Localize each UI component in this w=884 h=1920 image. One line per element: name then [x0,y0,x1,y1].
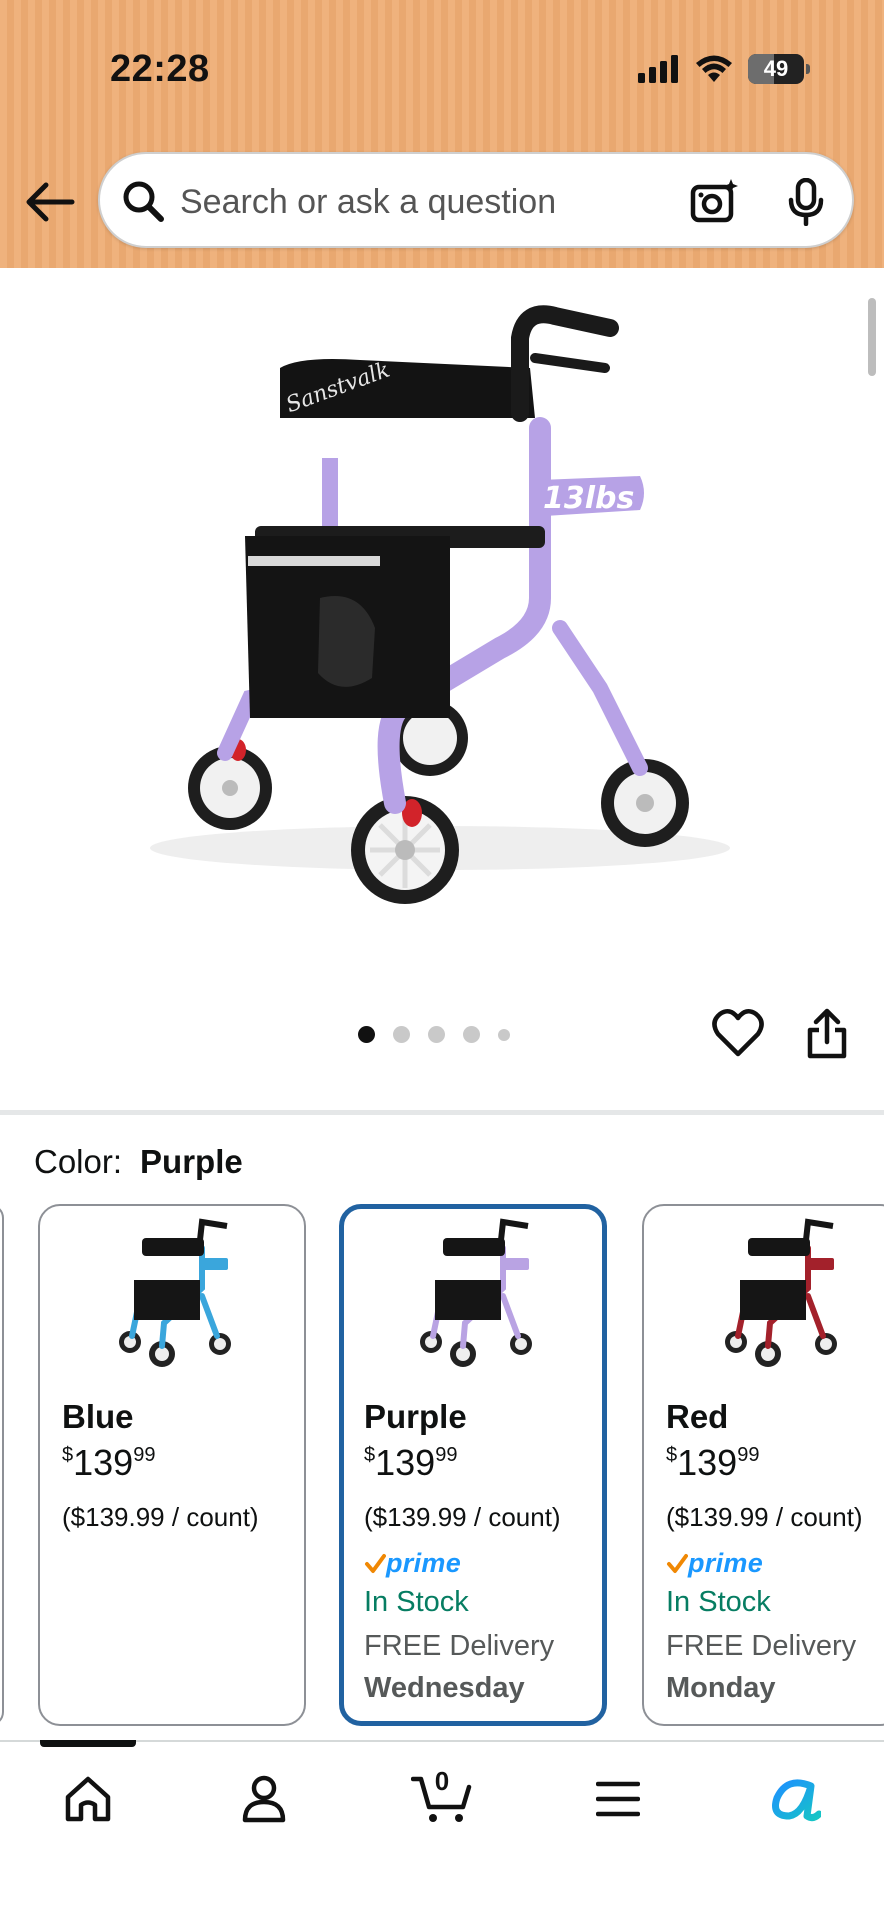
previous-variation-card[interactable] [0,1204,4,1726]
delivery-day: Wednesday [364,1672,525,1704]
variation-thumbnail [119,1218,231,1367]
color-label-row: Color: Purple [34,1143,243,1181]
variation-unit-price: ($139.99 / count) [62,1502,259,1532]
variation-name: Purple [364,1398,467,1435]
nav-home[interactable] [48,1764,128,1834]
nav-rufus[interactable] [754,1764,834,1834]
gallery-dot[interactable] [428,1026,445,1043]
variation-unit-price: ($139.99 / count) [364,1502,561,1532]
prime-badge: prime [666,1548,763,1579]
variation-card-purple[interactable]: Purple $13999 ($139.99 / count) prime In… [339,1204,607,1726]
variation-price: $13999 [364,1442,458,1483]
scrollbar[interactable] [868,298,876,376]
search-input[interactable] [180,172,720,232]
product-image-rollator[interactable]: Sanstvalk 13lbs [0,268,884,988]
microphone-icon[interactable] [786,178,826,226]
heart-icon[interactable] [712,1008,764,1058]
status-icons: 49 [638,54,810,84]
wifi-icon [696,55,732,82]
nav-menu[interactable] [578,1764,658,1834]
battery-level: 49 [763,56,789,81]
section-divider [0,1110,884,1115]
delivery-text: FREE Delivery [666,1630,857,1662]
variation-price: $13999 [62,1442,156,1483]
gallery-dot[interactable] [393,1026,410,1043]
menu-icon [596,1781,640,1817]
active-tab-indicator [40,1740,136,1747]
share-icon[interactable] [804,1008,850,1060]
prime-check-icon [667,1553,688,1573]
delivery-day: Monday [666,1672,776,1704]
header: 22:28 49 [0,0,884,268]
gallery-dot[interactable] [498,1028,510,1041]
cart-count: 0 [434,1766,450,1796]
rufus-icon [772,1779,821,1822]
search-icon [123,181,164,222]
variation-name: Red [666,1398,729,1435]
search-bar[interactable] [98,152,854,248]
nav-cart[interactable]: 0 [402,1764,482,1834]
selected-color: Purple [140,1143,243,1180]
variation-price: $13999 [666,1442,760,1483]
variation-unit-price: ($139.99 / count) [666,1502,863,1532]
account-icon [242,1775,286,1823]
nav-account[interactable] [224,1764,304,1834]
camera-search-icon[interactable] [690,178,740,224]
prime-check-icon [365,1553,386,1573]
color-label: Color: [34,1143,123,1180]
weight-tag: 13lbs [543,481,634,516]
home-icon [65,1776,111,1822]
prime-badge: prime [364,1548,461,1579]
delivery-text: FREE Delivery [364,1630,555,1662]
signal-icon [638,55,678,83]
variation-card-blue[interactable]: Blue $13999 ($139.99 / count) [38,1204,306,1726]
gallery-dot[interactable] [463,1026,480,1043]
variation-name: Blue [62,1398,134,1435]
variation-thumbnail [420,1218,532,1367]
stock-status: In Stock [364,1586,469,1618]
back-arrow-icon[interactable] [24,180,76,224]
variation-thumbnail [725,1218,837,1367]
variation-card-red[interactable]: Red $13999 ($139.99 / count) prime In St… [642,1204,884,1726]
stock-status: In Stock [666,1586,771,1618]
gallery-dot[interactable] [358,1026,375,1043]
status-time: 22:28 [110,48,210,90]
gallery-dots[interactable] [358,1026,510,1043]
battery-icon: 49 [748,54,810,84]
